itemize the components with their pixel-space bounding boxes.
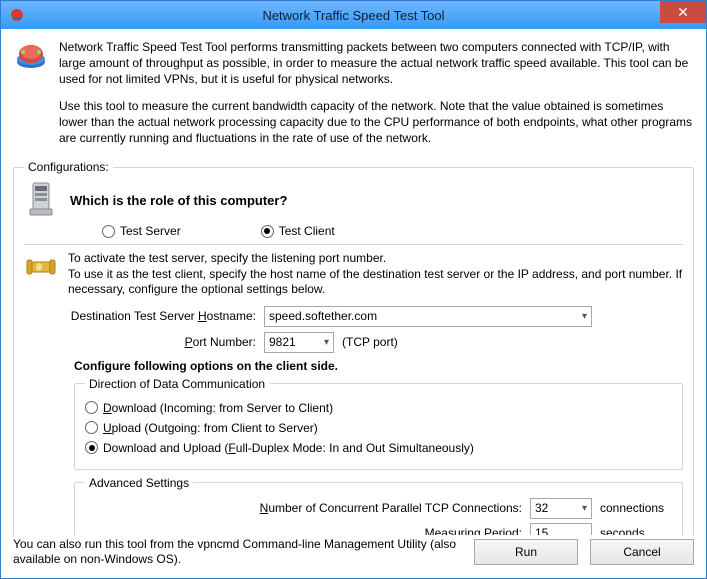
period-suffix: seconds — [600, 526, 672, 534]
direction-upload-label: Upload (Outgoing: from Client to Server) — [103, 421, 318, 435]
chevron-down-icon: ▾ — [318, 337, 329, 348]
connections-value: 32 — [535, 501, 548, 515]
role-server-radio[interactable]: Test Server — [102, 224, 181, 238]
footer-note: You can also run this tool from the vpnc… — [13, 537, 462, 568]
pipe-icon — [24, 251, 58, 285]
direction-download-label: Download (Incoming: from Server to Clien… — [103, 401, 333, 415]
configurations-legend: Configurations: — [24, 160, 113, 174]
hostname-value: speed.softether.com — [269, 309, 377, 323]
radio-icon — [85, 441, 98, 454]
role-question: Which is the role of this computer? — [70, 193, 287, 208]
dialog-window: Network Traffic Speed Test Tool ✕ Networ… — [0, 0, 707, 579]
client-options-heading: Configure following options on the clien… — [74, 359, 683, 373]
role-server-label: Test Server — [120, 224, 181, 238]
footer: You can also run this tool from the vpnc… — [1, 537, 706, 578]
intro-paragraph-2: Use this tool to measure the current ban… — [59, 98, 694, 147]
direction-legend: Direction of Data Communication — [85, 377, 269, 391]
radio-icon — [85, 401, 98, 414]
advanced-legend: Advanced Settings — [85, 476, 193, 490]
role-client-label: Test Client — [279, 224, 335, 238]
window-title: Network Traffic Speed Test Tool — [1, 8, 706, 23]
instructions-text: To activate the test server, specify the… — [68, 251, 683, 298]
period-input[interactable]: 15 — [530, 523, 592, 535]
connections-label: Number of Concurrent Parallel TCP Connec… — [260, 501, 522, 515]
connections-combo[interactable]: 32 ▾ — [530, 498, 592, 519]
period-value: 15 — [535, 526, 548, 534]
dialog-body: Network Traffic Speed Test Tool performs… — [1, 29, 706, 535]
chevron-down-icon: ▾ — [576, 503, 587, 514]
radio-icon — [85, 421, 98, 434]
intro-text: Network Traffic Speed Test Tool performs… — [59, 39, 694, 156]
hostname-combo[interactable]: speed.softether.com ▾ — [264, 306, 592, 327]
port-hint: (TCP port) — [342, 335, 398, 349]
divider — [24, 244, 683, 245]
radio-icon — [102, 225, 115, 238]
direction-download-radio[interactable]: Download (Incoming: from Server to Clien… — [85, 401, 672, 415]
port-label: Port Number: — [24, 335, 256, 349]
direction-full-radio[interactable]: Download and Upload (Full-Duplex Mode: I… — [85, 441, 672, 455]
app-icon — [13, 39, 49, 75]
direction-upload-radio[interactable]: Upload (Outgoing: from Client to Server) — [85, 421, 672, 435]
run-button[interactable]: Run — [474, 539, 578, 565]
period-label: Measuring Period: — [425, 526, 522, 534]
role-client-radio[interactable]: Test Client — [261, 224, 335, 238]
direction-group: Direction of Data Communication Download… — [74, 377, 683, 470]
cancel-button[interactable]: Cancel — [590, 539, 694, 565]
configurations-group: Configurations: Which is the role of thi… — [13, 160, 694, 535]
radio-icon — [261, 225, 274, 238]
intro-paragraph-1: Network Traffic Speed Test Tool performs… — [59, 39, 694, 88]
instructions-line1: To activate the test server, specify the… — [68, 251, 683, 267]
chevron-down-icon: ▾ — [576, 311, 587, 322]
advanced-group: Advanced Settings Number of Concurrent P… — [74, 476, 683, 535]
instructions-line2: To use it as the test client, specify th… — [68, 267, 683, 298]
close-button[interactable]: ✕ — [660, 1, 706, 23]
connections-suffix: connections — [600, 501, 672, 515]
direction-full-label: Download and Upload (Full-Duplex Mode: I… — [103, 441, 474, 455]
computer-icon — [24, 180, 58, 220]
app-title-icon — [9, 7, 25, 23]
port-combo[interactable]: 9821 ▾ — [264, 332, 334, 353]
titlebar[interactable]: Network Traffic Speed Test Tool ✕ — [1, 1, 706, 29]
close-icon: ✕ — [677, 4, 689, 21]
hostname-label: Destination Test Server Hostname: — [24, 309, 256, 323]
port-value: 9821 — [269, 335, 296, 349]
